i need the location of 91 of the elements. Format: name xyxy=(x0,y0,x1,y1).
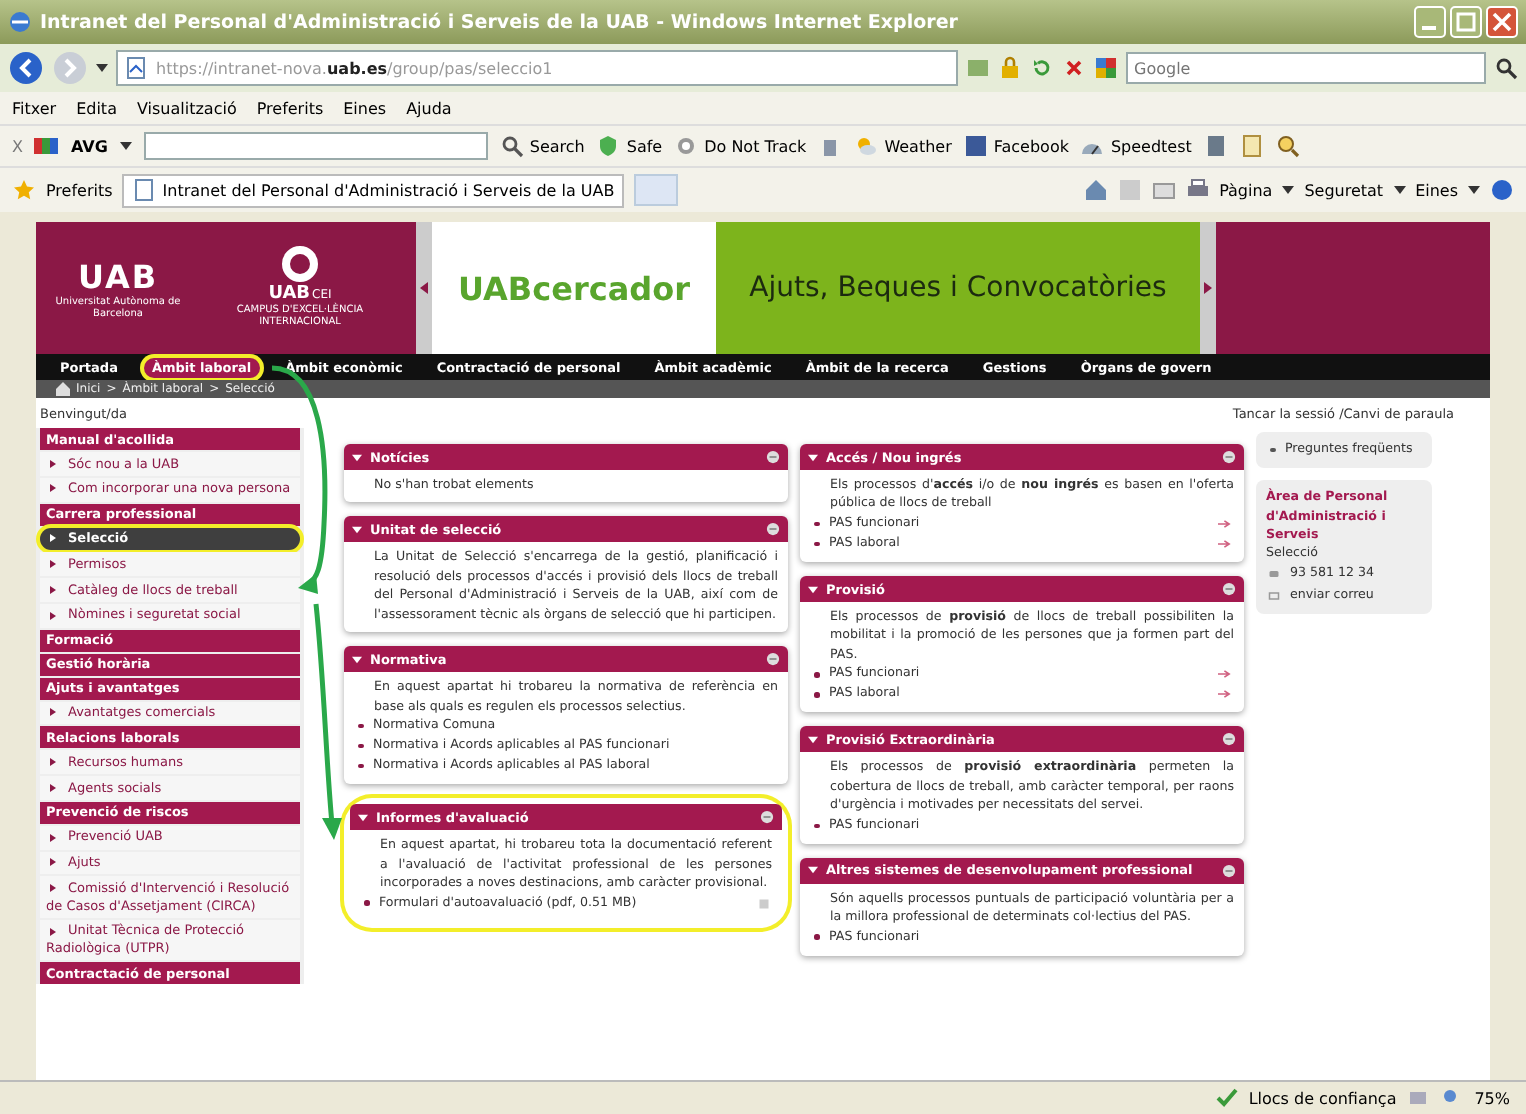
university-logo[interactable]: UAB xyxy=(77,257,159,295)
window-title: Intranet del Personal d'Administració i Serveis de la UAB - Windows Internet Explorer xyxy=(40,11,958,33)
collapse-icon[interactable] xyxy=(358,813,368,822)
collapse-icon[interactable] xyxy=(352,525,362,534)
menu-item[interactable]: Eines xyxy=(343,99,387,117)
bullet-icon xyxy=(358,723,363,729)
bullet-icon xyxy=(358,763,363,769)
command-menu[interactable]: Seguretat xyxy=(1304,181,1384,199)
back-button[interactable] xyxy=(8,50,44,86)
browser-tab[interactable]: Intranet del Personal d'Administració i Serveis de la UAB xyxy=(122,173,625,207)
search-icon xyxy=(499,134,524,158)
square-icon xyxy=(963,134,988,158)
lock-icon[interactable] xyxy=(998,56,1022,80)
bullet-icon xyxy=(364,900,369,906)
collapse-icon[interactable] xyxy=(808,453,818,461)
zoom-level[interactable]: 75% xyxy=(1474,1089,1510,1107)
bullet-icon xyxy=(814,541,819,547)
toolbar-button[interactable]: Do Not Track xyxy=(674,134,807,158)
caret-icon[interactable] xyxy=(119,142,132,150)
favorites-button[interactable]: Preferits xyxy=(46,181,113,199)
bullet-icon xyxy=(814,521,819,527)
search-provider-icon[interactable] xyxy=(1094,56,1118,80)
next-banner-button[interactable] xyxy=(1200,222,1216,354)
arrow-link-icon[interactable] xyxy=(1218,537,1234,550)
magnifier-icon[interactable] xyxy=(1275,134,1300,158)
collapse-icon[interactable] xyxy=(352,655,362,664)
collapse-icon[interactable] xyxy=(808,735,818,744)
close-toolbar-button[interactable]: X xyxy=(12,137,23,155)
menu-item[interactable]: Fitxer xyxy=(12,99,57,117)
collapse-icon[interactable] xyxy=(808,866,818,875)
close-button[interactable] xyxy=(1486,6,1518,38)
cei-logo-icon xyxy=(282,246,318,283)
bullet-icon xyxy=(814,692,819,698)
caret-icon[interactable] xyxy=(1393,186,1406,194)
bullet-icon xyxy=(814,934,819,940)
arrow-link-icon[interactable] xyxy=(1218,517,1234,530)
home-icon[interactable] xyxy=(1083,178,1108,202)
check-icon xyxy=(1214,1086,1239,1110)
caret-icon[interactable] xyxy=(1282,186,1295,194)
minimize-icon[interactable] xyxy=(1222,863,1236,878)
command-menu[interactable]: Eines xyxy=(1415,181,1458,199)
bullet-icon xyxy=(1270,447,1275,453)
menu-item[interactable]: Visualització xyxy=(136,99,237,117)
menu-item[interactable]: Preferits xyxy=(256,99,324,117)
minimize-icon[interactable] xyxy=(1222,582,1236,596)
star-icon[interactable] xyxy=(12,178,36,202)
minimize-icon[interactable] xyxy=(766,450,780,464)
browser-logo-icon xyxy=(8,10,32,34)
bullet-icon xyxy=(814,672,819,678)
menu-item[interactable]: Ajuda xyxy=(406,99,452,117)
minimize-icon[interactable] xyxy=(1222,450,1236,464)
minimize-icon[interactable] xyxy=(760,810,774,825)
toolbar-search-field[interactable] xyxy=(143,132,488,160)
collapse-icon[interactable] xyxy=(808,585,818,593)
mail-icon[interactable] xyxy=(1151,178,1176,202)
toolbar-button[interactable]: Facebook xyxy=(963,134,1069,158)
address-field[interactable]: https://intranet-nova.uab.es/group/pas/seleccio1 xyxy=(116,50,958,86)
minimize-icon[interactable] xyxy=(766,522,780,537)
arrow-link-icon[interactable] xyxy=(1218,688,1234,701)
minimize-icon[interactable] xyxy=(1222,732,1236,747)
cei-logo[interactable]: UAB xyxy=(268,284,311,305)
mail-icon xyxy=(1266,589,1282,602)
search-icon[interactable] xyxy=(1494,56,1518,80)
caret-icon[interactable] xyxy=(96,64,108,72)
toolbar-logo-icon xyxy=(34,134,59,158)
menu-item[interactable]: Edita xyxy=(76,99,117,117)
previous-banner-button[interactable] xyxy=(416,222,432,354)
weather-icon xyxy=(854,134,879,158)
command-menu[interactable]: Pàgina xyxy=(1219,181,1273,199)
refresh-icon[interactable] xyxy=(1030,56,1054,80)
notepad-icon[interactable] xyxy=(1239,134,1264,158)
bullet-icon xyxy=(358,743,363,749)
bullet-icon xyxy=(814,823,819,829)
caret-icon[interactable] xyxy=(1468,186,1480,194)
toolbar-button[interactable]: Safe xyxy=(596,134,663,158)
print-icon[interactable] xyxy=(1185,178,1210,202)
security-zone: Llocs de confiança xyxy=(1248,1089,1397,1107)
eye-icon xyxy=(674,134,699,158)
search-field[interactable]: Google xyxy=(1126,52,1486,84)
toolbar-brand[interactable]: AVG xyxy=(70,137,108,155)
stop-icon[interactable] xyxy=(1062,56,1086,80)
banner-text[interactable]: Ajuts, Beques i Convocatòries xyxy=(716,222,1200,354)
shield-icon xyxy=(596,134,621,158)
collapse-icon[interactable] xyxy=(352,453,362,461)
toolbar-button[interactable]: Speedtest xyxy=(1080,134,1192,158)
toolbar-button[interactable]: Search xyxy=(499,134,585,158)
minimize-icon[interactable] xyxy=(766,652,780,667)
page-icon xyxy=(124,56,148,80)
page-icon xyxy=(132,178,157,202)
arrow-link-icon[interactable] xyxy=(1218,668,1234,681)
toolbar-button[interactable]: Weather xyxy=(854,134,952,158)
